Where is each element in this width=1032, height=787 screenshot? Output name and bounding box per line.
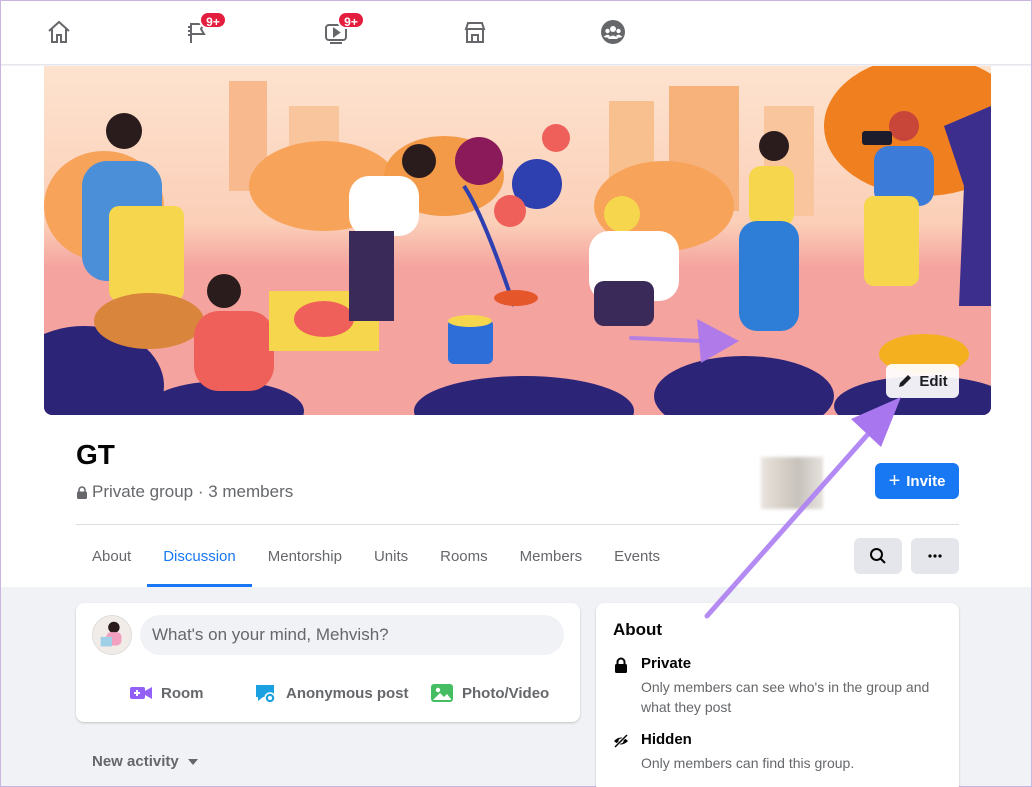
notification-badge: 9+	[337, 11, 365, 29]
pages-flag-icon[interactable]: 9+	[181, 11, 227, 49]
anonymous-post-button[interactable]: Anonymous post	[254, 675, 409, 711]
edit-cover-button[interactable]: Edit	[886, 364, 959, 398]
tab-events[interactable]: Events	[598, 525, 676, 587]
groups-icon[interactable]	[596, 15, 630, 49]
anonymous-post-label: Anonymous post	[286, 684, 409, 702]
group-header: Edit	[1, 66, 1031, 587]
room-button[interactable]: Room	[129, 675, 204, 711]
watch-video-icon[interactable]: 9+	[319, 11, 365, 49]
cover-illustration	[44, 66, 991, 415]
photo-video-label: Photo/Video	[462, 684, 550, 702]
whats-on-your-mind-input[interactable]: What's on your mind, Mehvish?	[140, 615, 564, 655]
about-title: About	[613, 620, 663, 639]
eye-slash-icon	[613, 733, 629, 749]
room-label: Room	[161, 684, 204, 702]
post-composer: What's on your mind, Mehvish? Room Anony…	[76, 603, 580, 722]
notification-badge: 9+	[199, 11, 227, 29]
lock-icon	[615, 657, 627, 673]
about-item-heading: Hidden	[641, 731, 692, 748]
home-icon[interactable]	[42, 15, 76, 49]
lock-icon	[77, 485, 87, 499]
user-avatar[interactable]	[92, 615, 132, 655]
anonymous-post-icon	[256, 685, 276, 704]
photo-video-button[interactable]: Photo/Video	[430, 675, 549, 711]
top-navigation: 9+ 9+	[1, 1, 1031, 65]
feed-sort-dropdown[interactable]: New activity	[92, 753, 199, 770]
composer-actions: Room Anonymous post Photo/Video	[76, 675, 580, 711]
more-options-button[interactable]	[911, 538, 959, 574]
member-avatars[interactable]	[761, 457, 823, 509]
search-group-button[interactable]	[854, 538, 902, 574]
group-name: GT	[76, 439, 115, 470]
photo-video-icon	[431, 684, 453, 702]
tab-discussion[interactable]: Discussion	[147, 525, 252, 587]
marketplace-icon[interactable]	[458, 15, 492, 49]
feed-sort-label: New activity	[92, 753, 179, 770]
tab-units[interactable]: Units	[358, 525, 424, 587]
plus-icon: +	[888, 470, 901, 492]
about-item-heading: Private	[641, 655, 692, 672]
invite-label: Invite	[906, 472, 946, 490]
group-tabs: About Discussion Mentorship Units Rooms …	[76, 525, 676, 587]
tab-rooms[interactable]: Rooms	[424, 525, 504, 587]
invite-button[interactable]: + Invite	[875, 463, 959, 499]
tab-members[interactable]: Members	[504, 525, 599, 587]
group-meta-text: Private group · 3 members	[92, 482, 294, 501]
group-privacy-meta: Private group · 3 members	[76, 482, 293, 502]
tab-mentorship[interactable]: Mentorship	[252, 525, 358, 587]
video-room-icon	[130, 687, 152, 699]
pencil-icon	[899, 375, 912, 387]
cover-photo	[44, 66, 991, 415]
about-card: About Private Only members can see who's…	[596, 603, 959, 787]
about-item-description: Only members can find this group.	[641, 755, 855, 771]
more-dots-icon	[928, 554, 942, 558]
caret-down-icon	[187, 758, 198, 765]
tab-about[interactable]: About	[76, 525, 147, 587]
search-icon	[870, 548, 886, 564]
about-item-description: Only members can see who's in the group …	[641, 679, 930, 715]
edit-cover-label: Edit	[919, 372, 948, 390]
